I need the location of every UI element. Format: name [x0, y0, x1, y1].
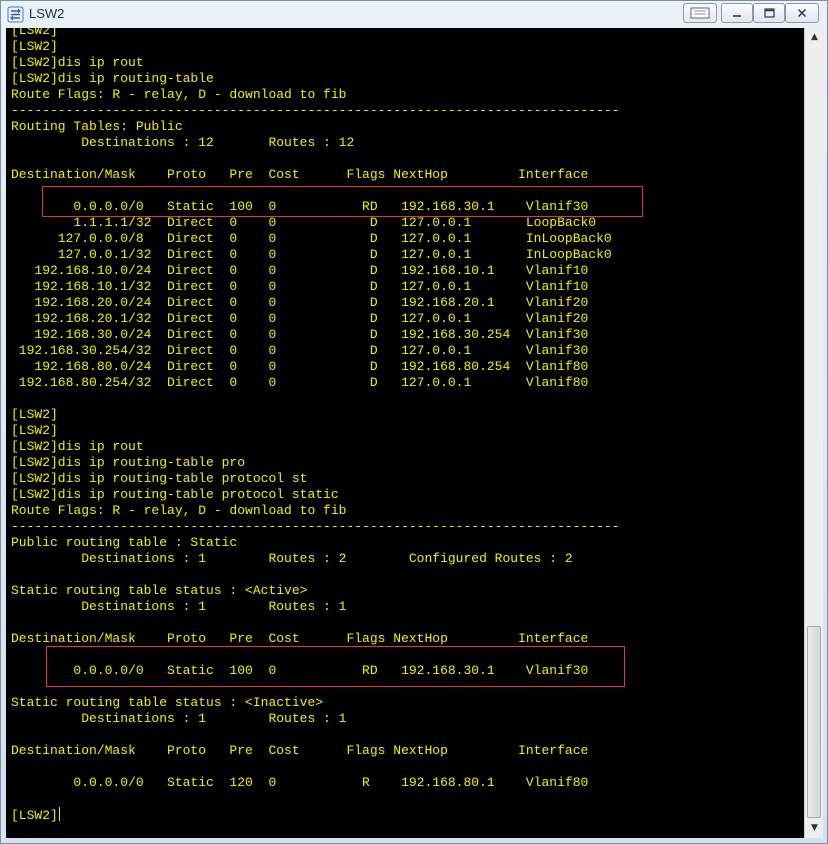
maximize-button[interactable] [753, 3, 785, 23]
terminal-line: Destination/Mask Proto Pre Cost Flags Ne… [11, 631, 589, 646]
options-icon [690, 7, 710, 19]
terminal-line: 127.0.0.0/8 Direct 0 0 D 127.0.0.1 InLoo… [11, 231, 612, 246]
terminal-line: [LSW2]dis ip routing-table protocol stat… [11, 487, 339, 502]
terminal-line: ----------------------------------------… [11, 103, 620, 118]
close-icon [797, 8, 807, 18]
terminal-line: ----------------------------------------… [11, 519, 620, 534]
close-button[interactable] [785, 3, 819, 23]
terminal-line: 192.168.80.0/24 Direct 0 0 D 192.168.80.… [11, 359, 589, 374]
terminal-line: 192.168.20.0/24 Direct 0 0 D 192.168.20.… [11, 295, 589, 310]
maximize-icon [763, 8, 775, 18]
terminal-line: [LSW2] [11, 407, 58, 422]
terminal-line: [LSW2]dis ip routing-table protocol st [11, 471, 308, 486]
scroll-thumb[interactable] [807, 626, 821, 818]
terminal-line: Destination/Mask Proto Pre Cost Flags Ne… [11, 167, 589, 182]
window-title: LSW2 [29, 6, 65, 21]
terminal-line: Destinations : 1 Routes : 1 [11, 711, 347, 726]
terminal-line: Destinations : 12 Routes : 12 [11, 135, 355, 150]
minimize-button[interactable] [721, 3, 753, 23]
terminal-window: LSW2 [LSW2] [LSW2] [LSW2]dis ip rout [LS… [0, 0, 828, 844]
minimize-icon [733, 15, 741, 17]
terminal-line: Route Flags: R - relay, D - download to … [11, 87, 347, 102]
terminal-line: Static routing table status : <Active> [11, 583, 308, 598]
terminal-line: [LSW2]dis ip rout [11, 55, 144, 70]
terminal-line: [LSW2]dis ip routing-table pro [11, 455, 246, 470]
terminal-line: 1.1.1.1/32 Direct 0 0 D 127.0.0.1 LoopBa… [11, 215, 597, 230]
terminal-line: Destinations : 1 Routes : 2 Configured R… [11, 551, 573, 566]
terminal-line: [LSW2] [11, 423, 58, 438]
terminal-line: [LSW2]dis ip routing-table [11, 71, 214, 86]
terminal-line: 192.168.80.254/32 Direct 0 0 D 127.0.0.1… [11, 375, 589, 390]
terminal-line: 0.0.0.0/0 Static 100 0 RD 192.168.30.1 V… [11, 199, 589, 214]
terminal-line: Destination/Mask Proto Pre Cost Flags Ne… [11, 743, 589, 758]
terminal-line: Public routing table : Static [11, 535, 238, 550]
vertical-scrollbar[interactable]: ▲ ▼ [804, 28, 823, 838]
app-icon [7, 6, 24, 23]
terminal-line: 192.168.20.1/32 Direct 0 0 D 127.0.0.1 V… [11, 311, 589, 326]
title-bar[interactable]: LSW2 [1, 1, 827, 28]
terminal-line: [LSW2] [11, 807, 60, 823]
scroll-down-arrow-icon[interactable]: ▼ [807, 821, 822, 836]
options-button[interactable] [683, 3, 717, 23]
terminal-line: Routing Tables: Public [11, 119, 183, 134]
terminal-line: 192.168.30.0/24 Direct 0 0 D 192.168.30.… [11, 327, 589, 342]
terminal-line: Route Flags: R - relay, D - download to … [11, 503, 347, 518]
terminal-line: Static routing table status : <Inactive> [11, 695, 324, 710]
terminal-line: 192.168.10.1/32 Direct 0 0 D 127.0.0.1 V… [11, 279, 589, 294]
scroll-up-arrow-icon[interactable]: ▲ [807, 30, 822, 45]
terminal-line: 192.168.10.0/24 Direct 0 0 D 192.168.10.… [11, 263, 589, 278]
terminal-line: 0.0.0.0/0 Static 100 0 RD 192.168.30.1 V… [11, 663, 589, 678]
terminal-line: [LSW2]dis ip rout [11, 439, 144, 454]
terminal-line: 127.0.0.1/32 Direct 0 0 D 127.0.0.1 InLo… [11, 247, 612, 262]
terminal-line: [LSW2] [11, 39, 58, 54]
text-cursor [58, 807, 60, 821]
terminal-line: 0.0.0.0/0 Static 120 0 R 192.168.80.1 Vl… [11, 775, 589, 790]
terminal-line: [LSW2] [11, 28, 58, 38]
terminal-line: 192.168.30.254/32 Direct 0 0 D 127.0.0.1… [11, 343, 589, 358]
terminal-output[interactable]: [LSW2] [LSW2] [LSW2]dis ip rout [LSW2]dis i… [6, 28, 804, 838]
terminal-line: Destinations : 1 Routes : 1 [11, 599, 347, 614]
